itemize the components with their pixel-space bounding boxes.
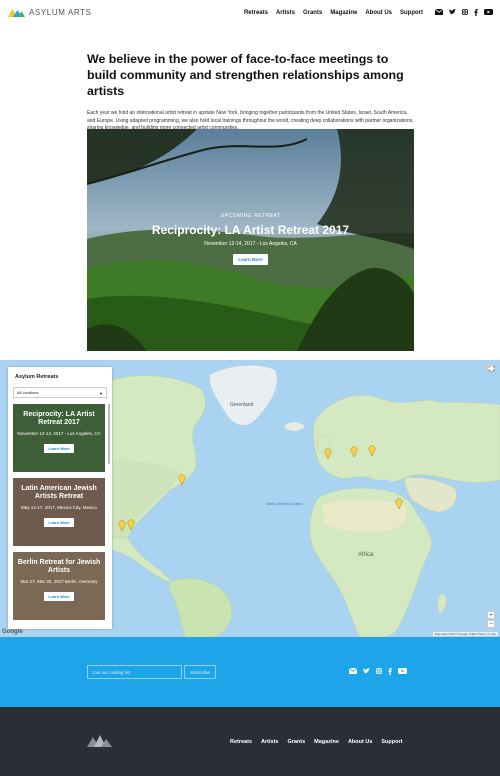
facebook-icon[interactable] — [474, 9, 478, 16]
zoom-in-button[interactable]: + — [487, 611, 495, 619]
youtube-icon[interactable] — [398, 668, 407, 674]
chevron-down-icon: ▼ — [99, 391, 103, 396]
panel-scrollbar[interactable] — [108, 404, 110, 464]
location-filter-select[interactable]: All locations ▼ — [13, 387, 107, 398]
retreat-card-learn-more-button[interactable]: Learn More — [44, 592, 74, 601]
zoom-out-button[interactable]: − — [487, 620, 495, 628]
map-attribution[interactable]: Map data ©2017 Google, INEGI Terms of Us… — [432, 632, 498, 636]
newsletter-social-links — [349, 668, 407, 675]
location-filter-value: All locations — [17, 390, 39, 395]
retreat-card-title: Reciprocity: LA Artist Retreat 2017 — [23, 411, 95, 426]
mail-icon[interactable] — [349, 668, 357, 674]
upcoming-retreat-hero: UPCOMING RETREAT Reciprocity: LA Artist … — [87, 129, 414, 351]
footer-nav: Retreats Artists Grants Magazine About U… — [230, 739, 402, 745]
twitter-icon[interactable] — [363, 668, 370, 674]
instagram-icon[interactable] — [462, 9, 468, 15]
youtube-icon[interactable] — [484, 9, 493, 15]
retreat-list[interactable]: Reciprocity: LA Artist Retreat 2017 Nove… — [13, 404, 105, 626]
twitter-icon[interactable] — [449, 9, 456, 15]
footer-nav-support[interactable]: Support — [381, 739, 402, 745]
retreat-card[interactable]: Reciprocity: LA Artist Retreat 2017 Nove… — [13, 404, 105, 472]
nav-about-us[interactable]: About Us — [365, 10, 392, 16]
footer-nav-retreats[interactable]: Retreats — [230, 739, 252, 745]
footer-nav-grants[interactable]: Grants — [287, 739, 305, 745]
hero-content: UPCOMING RETREAT Reciprocity: LA Artist … — [87, 213, 414, 266]
logo-icon — [8, 8, 25, 17]
map-label-atlantic: North Atlantic Ocean — [266, 501, 303, 506]
main-nav: Retreats Artists Grants Magazine About U… — [244, 9, 493, 16]
map-label-africa: Africa — [358, 552, 374, 558]
retreats-panel: Asylum Retreats All locations ▼ Reciproc… — [8, 367, 112, 629]
panel-title: Asylum Retreats — [15, 374, 59, 380]
mail-icon[interactable] — [435, 9, 443, 15]
nav-retreats[interactable]: Retreats — [244, 10, 268, 16]
retreat-card-title: Latin American Jewish Artists Retreat — [21, 485, 97, 500]
hero-learn-more-button[interactable]: Learn More — [233, 254, 268, 265]
retreat-card-date: Mar 27- Mar 30, 2017 Berlin, Germany — [20, 579, 98, 584]
retreat-card[interactable]: Berlin Retreat for Jewish Artists Mar 27… — [13, 552, 105, 620]
footer-nav-magazine[interactable]: Magazine — [314, 739, 339, 745]
retreat-card-learn-more-button[interactable]: Learn More — [44, 518, 74, 527]
intro-section: We believe in the power of face-to-face … — [87, 51, 414, 133]
header-social-links — [435, 9, 493, 16]
fullscreen-icon — [488, 365, 495, 372]
hero-title: Reciprocity: LA Artist Retreat 2017 — [151, 223, 350, 237]
site-header: ASYLUM ARTS Retreats Artists Grants Maga… — [0, 0, 500, 26]
instagram-icon[interactable] — [376, 668, 382, 674]
intro-heading: We believe in the power of face-to-face … — [87, 52, 404, 98]
nav-grants[interactable]: Grants — [303, 10, 322, 16]
hero-kicker: UPCOMING RETREAT — [220, 213, 281, 219]
facebook-icon[interactable] — [388, 668, 392, 675]
brand-logo[interactable]: ASYLUM ARTS — [8, 8, 91, 17]
newsletter-band: Join our mailing list Subscribe — [0, 637, 500, 707]
fullscreen-button[interactable] — [487, 364, 495, 372]
footer-nav-about-us[interactable]: About Us — [348, 739, 372, 745]
retreat-card-learn-more-button[interactable]: Learn More — [44, 444, 74, 453]
footer-nav-artists[interactable]: Artists — [261, 739, 278, 745]
nav-magazine[interactable]: Magazine — [330, 10, 357, 16]
retreat-card-date: May 14-17, 2017, Mexico City, Mexico — [21, 505, 97, 510]
brand-name: ASYLUM ARTS — [29, 8, 92, 17]
retreat-card-title: Berlin Retreat for Jewish Artists — [17, 559, 101, 574]
hero-date: November 12-14, 2017 - Los Angeles, CA — [204, 241, 297, 247]
nav-support[interactable]: Support — [400, 10, 423, 16]
map-label-greenland: Greenland — [230, 402, 254, 408]
footer-logo-icon[interactable] — [87, 735, 112, 747]
subscribe-button[interactable]: Subscribe — [184, 665, 216, 679]
google-logo: Google — [2, 629, 23, 635]
site-footer: Retreats Artists Grants Magazine About U… — [0, 707, 500, 776]
retreat-card[interactable]: Latin American Jewish Artists Retreat Ma… — [13, 478, 105, 546]
mailing-list-input[interactable]: Join our mailing list — [87, 665, 182, 679]
retreat-card-date: November 12-14, 2017 - Los Angeles, CA — [17, 431, 101, 436]
nav-artists[interactable]: Artists — [276, 10, 295, 16]
